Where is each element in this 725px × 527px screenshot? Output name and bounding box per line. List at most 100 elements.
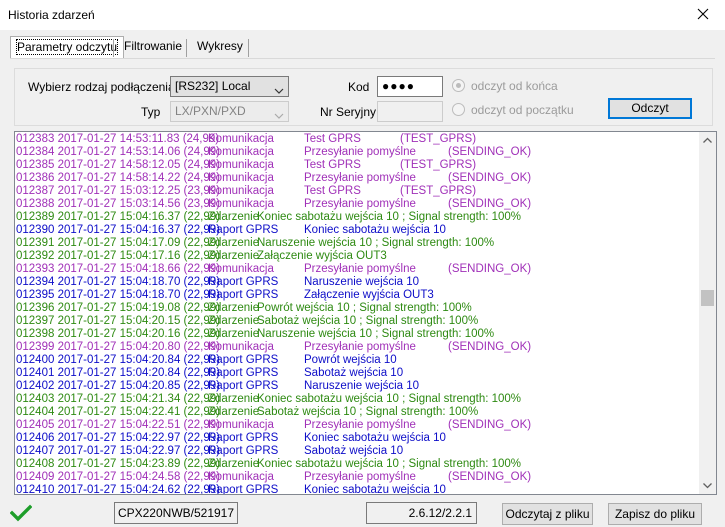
log-description: Przesyłanie pomyślne [304,419,416,431]
log-row[interactable]: 012404 2017-01-27 15:04:22.41 (22,99) Zda… [16,406,701,419]
log-id-timestamp: 012389 2017-01-27 15:04:16.37 (22,99) [16,211,220,224]
log-row[interactable]: 012390 2017-01-27 15:04:16.37 (22,99) Rap… [16,224,701,237]
vertical-scrollbar[interactable] [699,132,716,494]
log-type: Raport GPRS [208,445,279,457]
log-row[interactable]: 012384 2017-01-27 14:53:14.06 (24,99) Kom… [16,146,701,159]
log-id: 012386 [16,172,55,184]
log-row[interactable]: 012410 2017-01-27 15:04:24.62 (22,99) Rap… [16,484,701,495]
log-row[interactable]: 012405 2017-01-27 15:04:22.51 (22,99) Kom… [16,419,701,432]
serial-input[interactable] [377,101,443,122]
close-icon[interactable] [695,6,711,22]
log-timestamp: 2017-01-27 15:04:18.70 (22,99) [57,289,220,301]
log-timestamp: 2017-01-27 15:04:22.51 (22,99) [57,419,220,431]
radio-read-from-start[interactable]: odczyt od początku [452,103,574,117]
log-row[interactable]: 012389 2017-01-27 15:04:16.37 (22,99) Zda… [16,211,701,224]
log-type: Raport GPRS [208,224,279,236]
tab-charts[interactable]: Wykresy [191,36,249,58]
log-id: 012402 [16,380,55,392]
log-description: Test GPRS [304,133,361,145]
log-row[interactable]: 012398 2017-01-27 15:04:20.16 (22,99) Zda… [16,328,701,341]
log-type: Zdarzenie [208,393,260,405]
log-type: Komunikacja [208,198,274,210]
log-timestamp: 2017-01-27 15:04:20.84 (22,99) [57,367,220,379]
log-row[interactable]: 012400 2017-01-27 15:04:20.84 (22,99) Rap… [16,354,701,367]
log-row[interactable]: 012396 2017-01-27 15:04:19.08 (22,99) Zda… [16,302,701,315]
log-type: Zdarzenie [208,315,260,327]
tab-filtering[interactable]: Filtrowanie [118,36,188,58]
read-button[interactable]: Odczyt [608,98,692,119]
log-type: Komunikacja [208,419,274,431]
log-row[interactable]: 012385 2017-01-27 14:58:12.05 (24,99) Kom… [16,159,701,172]
log-id-timestamp: 012397 2017-01-27 15:04:20.15 (22,99) [16,315,220,328]
window-title: Historia zdarzeń [8,8,95,22]
log-row[interactable]: 012393 2017-01-27 15:04:18.66 (22,99) Kom… [16,263,701,276]
log-row[interactable]: 012402 2017-01-27 15:04:20.85 (22,99) Rap… [16,380,701,393]
log-row[interactable]: 012403 2017-01-27 15:04:21.34 (22,99) Zda… [16,393,701,406]
code-input[interactable]: ●●●● [377,76,443,97]
type-value: LX/PXN/PXD [175,104,246,118]
scroll-down-icon[interactable] [699,477,716,494]
log-row[interactable]: 012399 2017-01-27 15:04:20.80 (22,99) Kom… [16,341,701,354]
log-description: Sabotaż wejścia 10 ; Signal strength: 10… [257,406,479,418]
log-id: 012387 [16,185,55,197]
type-select[interactable]: LX/PXN/PXD [170,101,289,122]
log-id-timestamp: 012409 2017-01-27 15:04:24.58 (22,99) [16,471,220,484]
connection-select[interactable]: [RS232] Local [170,76,289,97]
log-description: Test GPRS [304,159,361,171]
log-row[interactable]: 012388 2017-01-27 15:03:14.56 (23,99) Kom… [16,198,701,211]
log-id: 012399 [16,341,55,353]
log-type: Zdarzenie [208,211,260,223]
log-code: (TEST_GPRS) [400,133,477,145]
log-id: 012403 [16,393,55,405]
log-type: Zdarzenie [208,250,260,262]
read-from-file-button[interactable]: Odczytaj z pliku [502,503,593,525]
log-row[interactable]: 012406 2017-01-27 15:04:22.97 (22,99) Rap… [16,432,701,445]
log-type: Zdarzenie [208,237,260,249]
scroll-up-icon[interactable] [699,132,716,149]
log-type: Zdarzenie [208,302,260,314]
log-row[interactable]: 012408 2017-01-27 15:04:23.89 (22,99) Zda… [16,458,701,471]
log-row[interactable]: 012386 2017-01-27 14:58:14.22 (24,99) Kom… [16,172,701,185]
log-id-timestamp: 012403 2017-01-27 15:04:21.34 (22,99) [16,393,220,406]
radio-label: odczyt od końca [471,79,558,93]
log-type: Komunikacja [208,172,274,184]
connection-label: Wybierz rodzaj podłączenia [28,80,175,94]
log-id: 012395 [16,289,55,301]
log-id-timestamp: 012383 2017-01-27 14:53:11.83 (24,99) [16,133,219,146]
log-id-timestamp: 012408 2017-01-27 15:04:23.89 (22,99) [16,458,220,471]
scroll-thumb[interactable] [701,290,714,306]
log-type: Zdarzenie [208,328,260,340]
log-timestamp: 2017-01-27 14:58:14.22 (24,99) [57,172,220,184]
log-type: Komunikacja [208,146,274,158]
save-to-file-button[interactable]: Zapisz do pliku [608,503,702,525]
log-row[interactable]: 012392 2017-01-27 15:04:17.16 (22,99) Zda… [16,250,701,263]
log-code: (SENDING_OK) [448,419,532,431]
log-row[interactable]: 012397 2017-01-27 15:04:20.15 (22,99) Zda… [16,315,701,328]
chevron-down-icon [274,107,284,126]
radio-read-from-end[interactable]: odczyt od końca [452,79,558,93]
log-row[interactable]: 012409 2017-01-27 15:04:24.58 (22,99) Kom… [16,471,701,484]
tab-label: Wykresy [197,39,243,53]
log-id: 012410 [16,484,55,495]
log-row[interactable]: 012395 2017-01-27 15:04:18.70 (22,99) Rap… [16,289,701,302]
log-id: 012409 [16,471,55,483]
tab-read-params[interactable]: Parametry odczytu [10,36,125,58]
event-log-list[interactable]: 012383 2017-01-27 14:53:11.83 (24,99) Kom… [14,131,717,495]
log-id-timestamp: 012405 2017-01-27 15:04:22.51 (22,99) [16,419,220,432]
log-row[interactable]: 012391 2017-01-27 15:04:17.09 (22,99) Zda… [16,237,701,250]
log-description: Sabotaż wejścia 10 ; Signal strength: 10… [257,315,479,327]
log-type: Zdarzenie [208,406,260,418]
log-description: Koniec sabotażu wejścia 10 [304,484,446,495]
log-id: 012407 [16,445,55,457]
log-id: 012392 [16,250,55,262]
log-row[interactable]: 012387 2017-01-27 15:03:12.25 (23,99) Kom… [16,185,701,198]
tab-label: Parametry odczytu [15,39,119,55]
log-row[interactable]: 012407 2017-01-27 15:04:22.97 (22,99) Rap… [16,445,701,458]
log-timestamp: 2017-01-27 15:04:21.34 (22,99) [57,393,220,405]
connection-value: [RS232] Local [175,79,251,93]
log-row[interactable]: 012401 2017-01-27 15:04:20.84 (22,99) Rap… [16,367,701,380]
log-row[interactable]: 012394 2017-01-27 15:04:18.70 (22,99) Rap… [16,276,701,289]
log-row[interactable]: 012383 2017-01-27 14:53:11.83 (24,99) Kom… [16,133,701,146]
log-timestamp: 2017-01-27 15:03:12.25 (23,99) [57,185,220,197]
log-code: (SENDING_OK) [448,471,532,483]
